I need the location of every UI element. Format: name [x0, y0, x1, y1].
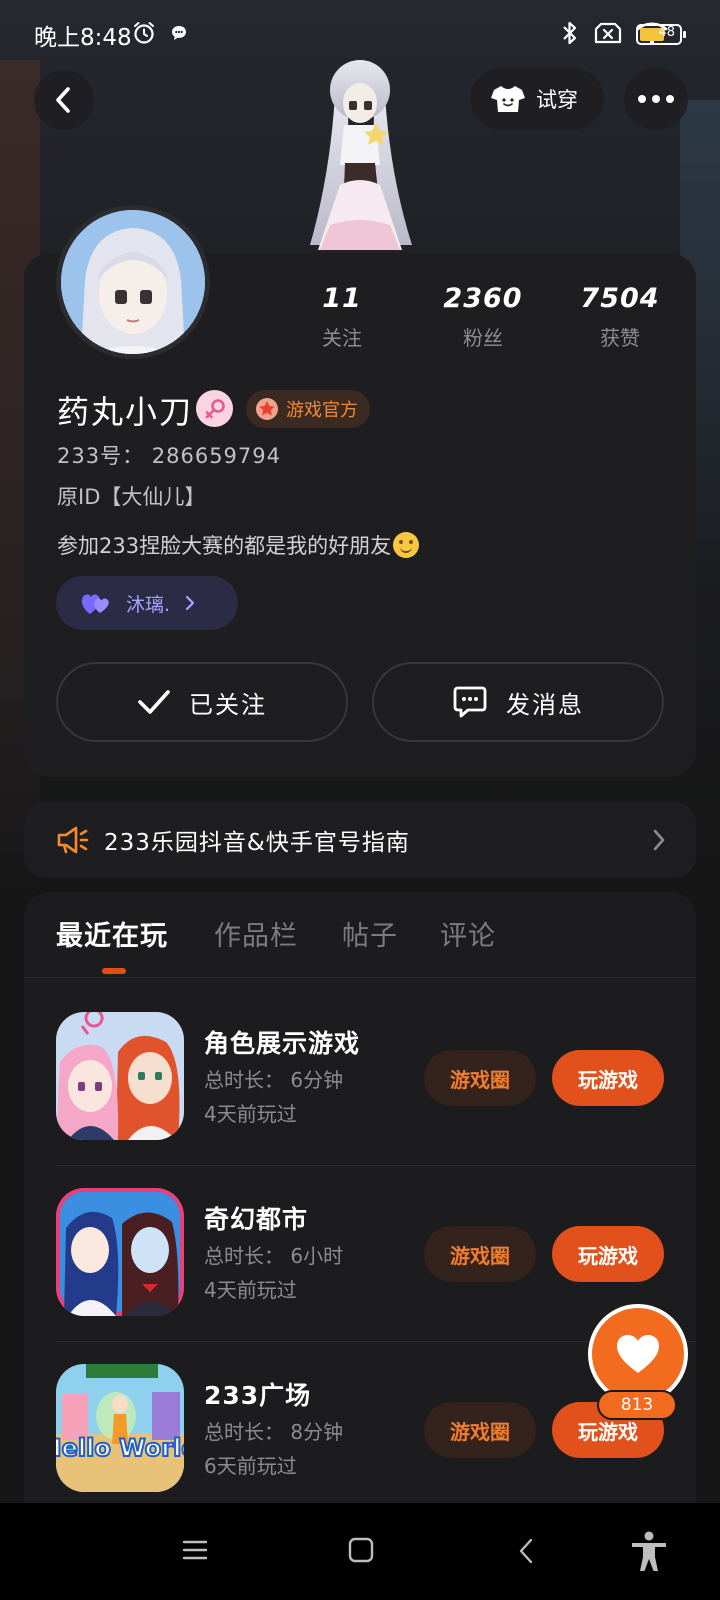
tab-recently-played[interactable]: 最近在玩	[56, 914, 168, 953]
bio-text: 参加233捏脸大赛的都是我的好朋友	[57, 530, 420, 560]
avatar-character-figure	[310, 60, 412, 250]
chevron-right-icon	[653, 829, 665, 851]
followed-label: 已关注	[189, 690, 267, 719]
game-duration: 总时长： 8分钟	[204, 1420, 344, 1444]
followed-button[interactable]: 已关注	[56, 662, 348, 742]
play-game-button[interactable]: 玩游戏	[552, 1050, 664, 1106]
megaphone-icon	[57, 826, 89, 854]
status-time: 晚上8:48	[34, 25, 132, 51]
tab-comments[interactable]: 评论	[440, 914, 496, 953]
game-duration: 总时长： 6小时	[204, 1244, 344, 1268]
game-title: 奇幻都市	[204, 1205, 309, 1234]
official-badge-label: 游戏官方	[286, 400, 358, 421]
game-icon-role-display	[56, 1012, 184, 1140]
no-sim-icon	[594, 22, 622, 44]
friend-tag-label: 沐璃.	[126, 593, 171, 616]
profile-tabs: 最近在玩 作品栏 帖子 评论	[24, 892, 696, 978]
home-icon[interactable]	[348, 1537, 374, 1563]
heart-icon	[617, 1335, 659, 1373]
send-message-label: 发消息	[506, 690, 584, 719]
game-last-played: 4天前玩过	[204, 1278, 297, 1302]
play-game-button[interactable]: 玩游戏	[552, 1226, 664, 1282]
more-options-button[interactable]	[624, 68, 688, 130]
menu-icon[interactable]	[182, 1537, 208, 1563]
try-on-button[interactable]: 试穿	[470, 68, 604, 130]
bluetooth-icon	[563, 21, 577, 45]
friend-tag[interactable]: 沐璃.	[56, 576, 238, 630]
game-icon-233-plaza: Hello World	[56, 1364, 184, 1492]
list-item[interactable]: 角色展示游戏 总时长： 6分钟 4天前玩过 游戏圈 玩游戏	[24, 990, 696, 1166]
chevron-right-icon	[185, 595, 195, 611]
stat-fans[interactable]: 2360 粉丝	[423, 283, 543, 351]
avatar[interactable]	[56, 205, 210, 359]
more-dot-icon	[666, 95, 674, 103]
username: 药丸小刀	[57, 393, 194, 431]
stat-following[interactable]: 11 关注	[282, 283, 402, 351]
chat-bubble-icon	[453, 686, 487, 718]
tab-indicator	[102, 968, 126, 974]
notification-icon	[172, 26, 186, 40]
alarm-icon	[134, 22, 154, 44]
list-item[interactable]: 奇幻都市 总时长： 6小时 4天前玩过 游戏圈 玩游戏	[24, 1166, 696, 1342]
announcement-text: 233乐园抖音&快手官号指南	[104, 830, 410, 856]
game-circle-button[interactable]: 游戏圈	[424, 1050, 536, 1106]
game-title: 233广场	[204, 1381, 312, 1410]
original-id: 原ID【大仙儿】	[57, 485, 206, 509]
accessibility-icon[interactable]	[630, 1531, 668, 1573]
following-label: 关注	[322, 326, 362, 350]
tab-works[interactable]: 作品栏	[214, 914, 298, 953]
more-dot-icon	[652, 95, 660, 103]
likes-label: 获赞	[600, 326, 640, 350]
battery-level: 48	[658, 25, 675, 40]
game-last-played: 4天前玩过	[204, 1102, 297, 1126]
bio-content: 参加233捏脸大赛的都是我的好朋友	[57, 534, 392, 558]
check-icon	[138, 690, 170, 714]
announcement-banner[interactable]: 233乐园抖音&快手官号指南	[24, 802, 696, 878]
back-button[interactable]	[34, 70, 94, 130]
game-icon-fantasy-city	[56, 1188, 184, 1316]
more-dot-icon	[638, 95, 646, 103]
send-message-button[interactable]: 发消息	[372, 662, 664, 742]
official-badge: 游戏官方	[246, 390, 370, 428]
fans-count: 2360	[443, 283, 523, 314]
floating-like-button[interactable]	[588, 1304, 688, 1404]
game-duration: 总时长： 6分钟	[204, 1068, 344, 1092]
tab-posts[interactable]: 帖子	[342, 914, 398, 953]
following-count: 11	[322, 283, 362, 314]
game-circle-button[interactable]: 游戏圈	[424, 1402, 536, 1458]
likes-count: 7504	[580, 283, 660, 314]
tshirt-icon	[491, 86, 525, 112]
user-id[interactable]: 233号： 286659794	[57, 440, 281, 470]
double-heart-icon	[81, 594, 109, 614]
battery-icon: 48	[636, 24, 686, 45]
game-circle-button[interactable]: 游戏圈	[424, 1226, 536, 1282]
like-count-badge: 813	[597, 1390, 677, 1420]
female-gender-icon	[196, 390, 233, 427]
official-star-icon	[256, 398, 278, 420]
smile-emoji-icon	[393, 532, 420, 558]
try-on-label: 试穿	[536, 88, 578, 112]
system-navigation-bar	[0, 1503, 720, 1600]
fans-label: 粉丝	[463, 326, 503, 350]
hello-text: Hello World	[56, 1434, 184, 1462]
game-last-played: 6天前玩过	[204, 1454, 297, 1478]
avatar-image	[61, 210, 205, 354]
stat-likes[interactable]: 7504 获赞	[560, 283, 680, 351]
game-title: 角色展示游戏	[204, 1029, 361, 1058]
chevron-left-icon	[56, 87, 70, 113]
back-nav-icon[interactable]	[516, 1537, 536, 1565]
